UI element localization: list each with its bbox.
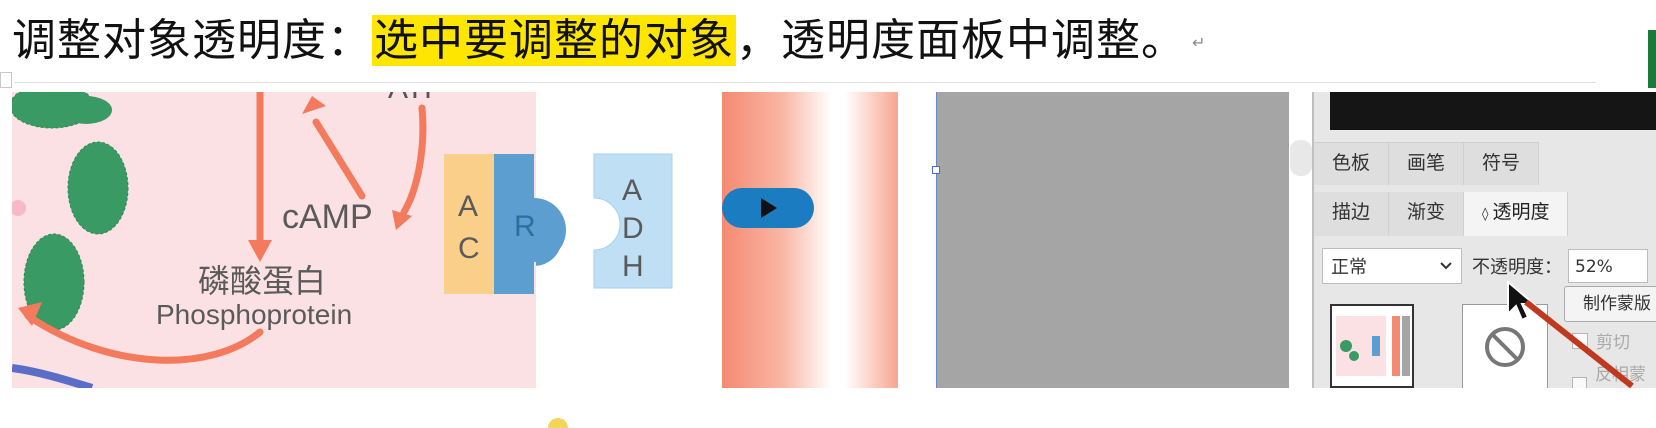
arrow-up-left <box>312 118 366 200</box>
caption-heading: 调整对象透明度：选中要调整的对象，透明度面板中调整。 ↵ <box>12 8 1206 74</box>
pink-dot <box>12 200 26 216</box>
table-handle[interactable] <box>0 72 12 88</box>
granule <box>67 141 129 235</box>
ac-c: C <box>458 232 480 265</box>
chevron-down-icon <box>1440 262 1452 270</box>
panel-tabs-row2: 描边 渐变 ◊ 透明度 <box>1314 192 1569 236</box>
caption-highlight: 选中要调整的对象 <box>372 15 736 66</box>
play-icon <box>761 198 777 218</box>
tab-symbols[interactable]: 符号 <box>1464 143 1540 185</box>
cursor-highlight-dot <box>548 418 568 428</box>
gray-rectangle[interactable] <box>936 92 1289 388</box>
adh-h: H <box>622 250 644 283</box>
tab-stroke[interactable]: 描边 <box>1314 192 1390 236</box>
caption-prefix: 调整对象透明度： <box>12 15 372 66</box>
camp-text: cAMP <box>282 198 373 236</box>
tab-expand-icon: ◊ <box>1482 207 1489 222</box>
adh-a: A <box>622 174 642 207</box>
adh-d: D <box>622 212 644 245</box>
blend-mode-value: 正常 <box>1331 257 1367 278</box>
tab-gradient[interactable]: 渐变 <box>1389 192 1465 236</box>
transparency-panel: 色板 画笔 符号 描边 渐变 ◊ 透明度 正常 不透明度： 52% 制作蒙版 剪… <box>1312 92 1656 388</box>
content-strip: ATP cAMP 磷酸蛋白 Phosphoprotein A D H A C R <box>0 92 1656 388</box>
ac-r-diagram: A C R <box>444 154 566 294</box>
arrowhead <box>302 96 326 114</box>
color-spectrum[interactable] <box>1330 92 1656 130</box>
blend-mode-select[interactable]: 正常 <box>1322 248 1462 284</box>
r-letter: R <box>514 210 536 243</box>
opacity-label: 不透明度： <box>1472 257 1562 278</box>
ac-a: A <box>458 190 478 223</box>
granule <box>60 96 112 124</box>
thumbnail-preview <box>1336 316 1410 376</box>
tab-brushes[interactable]: 画笔 <box>1389 143 1465 185</box>
return-mark: ↵ <box>1192 33 1207 52</box>
divider-line <box>14 82 1596 83</box>
opacity-input[interactable]: 52% <box>1568 249 1648 283</box>
arrowhead <box>392 210 412 230</box>
ac-rect <box>444 154 494 294</box>
cursor-arrow-icon <box>1507 280 1634 388</box>
panel-collapse-handle[interactable] <box>1290 140 1312 176</box>
tab-transparency-label: 透明度 <box>1492 201 1550 223</box>
arrow-curved <box>400 104 427 216</box>
selection-handle[interactable] <box>932 166 940 174</box>
panel-tabs-row1: 色板 画笔 符号 <box>1314 142 1540 185</box>
blue-curve <box>12 364 94 388</box>
object-thumbnail[interactable] <box>1330 304 1414 388</box>
tab-swatches[interactable]: 色板 <box>1314 143 1390 185</box>
caption-suffix: ，透明度面板中调整。 <box>736 15 1186 66</box>
gradient-rectangle[interactable] <box>722 92 898 388</box>
protein-cn-text: 磷酸蛋白 <box>198 262 326 300</box>
tab-transparency[interactable]: ◊ 透明度 <box>1464 192 1569 236</box>
side-scrollbar[interactable] <box>1648 30 1656 88</box>
arrowhead <box>248 240 272 262</box>
protein-en-text: Phosphoprotein <box>156 299 352 330</box>
play-button[interactable] <box>722 188 814 228</box>
